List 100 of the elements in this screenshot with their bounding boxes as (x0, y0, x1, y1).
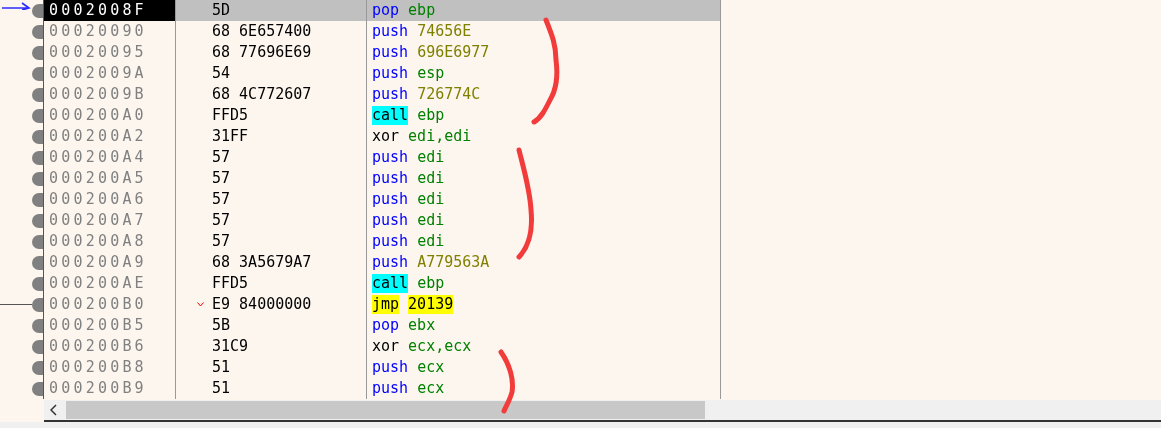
bytes-cell: 5D (212, 1, 231, 19)
breakpoint-icon[interactable] (32, 277, 43, 291)
operand: ebx (408, 316, 436, 335)
mnemonic: push (372, 211, 409, 230)
mnemonic: push (372, 148, 409, 167)
operand: edi,edi (408, 127, 472, 146)
annotation-brace (498, 349, 515, 414)
breakpoint-icon[interactable] (32, 151, 43, 165)
address-cell: 000200A8 (44, 231, 176, 252)
bytes-cell: FFD5 (212, 274, 249, 292)
operand: ebp (417, 106, 445, 125)
bytes-cell: 57 (212, 232, 231, 250)
bytes-cell: 51 (212, 379, 231, 397)
operand: edi (417, 232, 445, 251)
breakpoint-icon[interactable] (32, 193, 43, 207)
mnemonic: push (372, 22, 409, 41)
breakpoint-icon[interactable] (32, 4, 43, 18)
breakpoint-icon[interactable] (32, 46, 43, 60)
mnemonic: push (372, 64, 409, 83)
bytes-cell: 68 4C772607 (212, 85, 312, 103)
operand: 74656E (417, 22, 472, 41)
operand: edi (417, 190, 445, 209)
operand: ecx (417, 379, 445, 398)
bytes-cell: 51 (212, 358, 231, 376)
address-cell: 000200AE (44, 273, 176, 294)
mnemonic: pop (372, 1, 400, 20)
bytes-cell: 68 3A5679A7 (212, 253, 312, 271)
mnemonic: pop (372, 316, 400, 335)
mnemonic: push (372, 253, 409, 272)
address-cell: 0002009B (44, 84, 176, 105)
breakpoint-icon[interactable] (32, 25, 43, 39)
operand: 726774C (417, 85, 481, 104)
mnemonic: call (372, 274, 409, 293)
breakpoint-icon[interactable] (32, 214, 43, 228)
breakpoint-icon[interactable] (32, 298, 43, 312)
address-cell: 000200A5 (44, 168, 176, 189)
address-cell: 0002008F (44, 0, 176, 21)
breakpoint-icon[interactable] (32, 172, 43, 186)
bytes-cell: 31FF (212, 127, 249, 145)
mnemonic: call (372, 106, 409, 125)
address-cell: 000200A7 (44, 210, 176, 231)
bytes-cell: 68 77696E69 (212, 43, 312, 61)
address-cell: 00020090 (44, 21, 176, 42)
breakpoint-icon[interactable] (32, 361, 43, 375)
arrow-icon (2, 0, 32, 10)
operand: 696E6977 (417, 43, 490, 62)
operand: edi (417, 211, 445, 230)
breakpoint-icon[interactable] (32, 382, 43, 396)
breakpoint-icon[interactable] (32, 340, 43, 354)
bytes-cell: 57 (212, 169, 231, 187)
bytes-cell: 31C9 (212, 337, 249, 355)
bytes-cell: 57 (212, 148, 231, 166)
address-cell: 000200A9 (44, 252, 176, 273)
address-cell: 000200B5 (44, 315, 176, 336)
address-cell: 00020095 (44, 42, 176, 63)
address-cell: 0002009A (44, 63, 176, 84)
breakpoint-icon[interactable] (32, 88, 43, 102)
mnemonic: push (372, 232, 409, 251)
mnemonic: push (372, 190, 409, 209)
operand: ebp (408, 1, 436, 20)
breakpoint-icon[interactable] (32, 130, 43, 144)
mnemonic: push (372, 358, 409, 377)
operand: edi (417, 169, 445, 188)
operand: 20139 (408, 295, 454, 314)
address-cell: 000200A2 (44, 126, 176, 147)
breakpoint-icon[interactable] (32, 67, 43, 81)
operand: A779563A (417, 253, 490, 272)
operand: esp (417, 64, 445, 83)
address-cell: 000200B0 (44, 294, 176, 315)
mnemonic: xor (372, 337, 400, 356)
mnemonic: push (372, 169, 409, 188)
chevron-left-icon (50, 404, 58, 416)
mnemonic: push (372, 379, 409, 398)
mnemonic: push (372, 85, 409, 104)
operand: ecx,ecx (408, 337, 472, 356)
breakpoint-icon[interactable] (32, 109, 43, 123)
bytes-cell: 57 (212, 190, 231, 208)
address-cell: 000200B6 (44, 336, 176, 357)
breakpoint-icon[interactable] (32, 319, 43, 333)
bytes-cell: 5B (212, 316, 231, 334)
bytes-cell: 54 (212, 64, 231, 82)
bytes-cell: FFD5 (212, 106, 249, 124)
scrollbar-thumb[interactable] (66, 401, 705, 419)
address-cell: 000200A4 (44, 147, 176, 168)
mnemonic: xor (372, 127, 400, 146)
address-cell: 000200A6 (44, 189, 176, 210)
bytes-cell: 68 6E657400 (212, 22, 312, 40)
operand: ebp (417, 274, 445, 293)
operand: edi (417, 148, 445, 167)
address-cell: 000200B9 (44, 378, 176, 399)
operand: ecx (417, 358, 445, 377)
address-cell: 000200B8 (44, 357, 176, 378)
breakpoint-icon[interactable] (32, 256, 43, 270)
caret-icon (197, 302, 204, 307)
bytes-cell: E9 84000000 (212, 295, 312, 313)
mnemonic: push (372, 43, 409, 62)
address-cell: 000200A0 (44, 105, 176, 126)
mnemonic: jmp (372, 295, 400, 314)
breakpoint-icon[interactable] (32, 235, 43, 249)
bytes-cell: 57 (212, 211, 231, 229)
